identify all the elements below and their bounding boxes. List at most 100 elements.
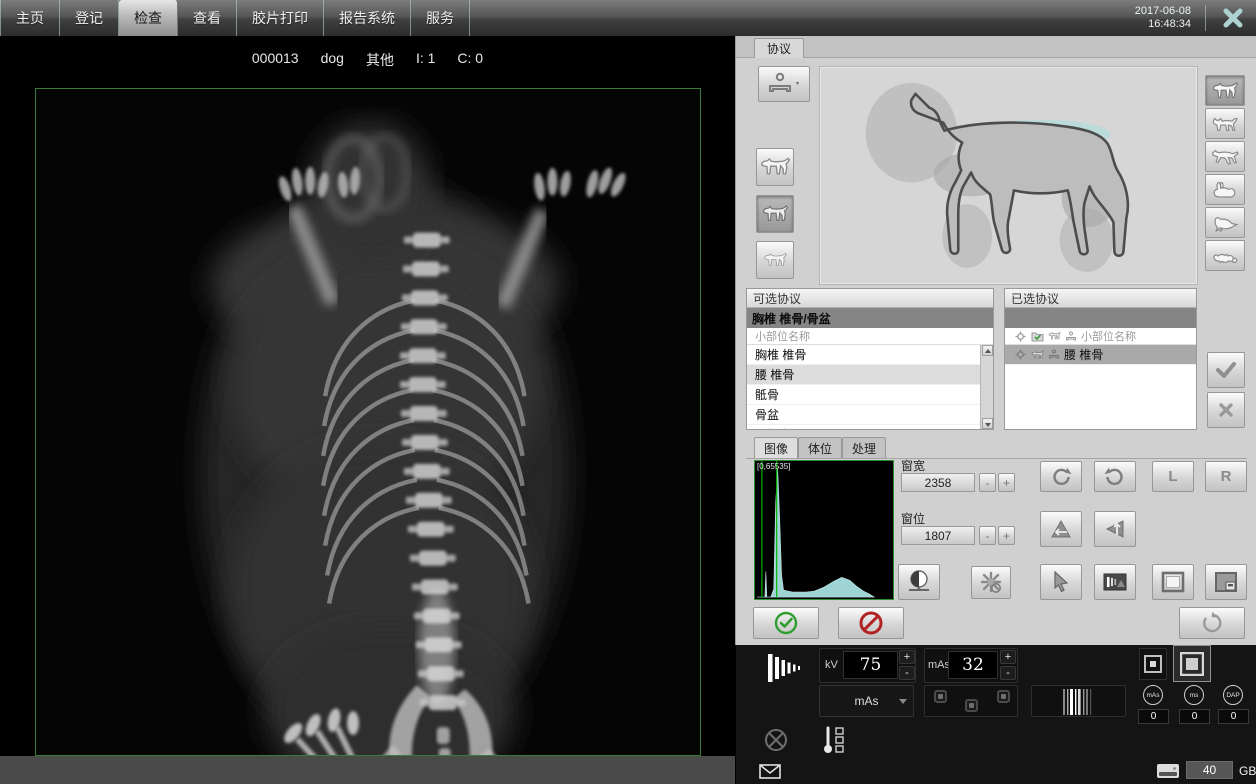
datetime-display: 2017-06-08 16:48:34 xyxy=(1135,5,1191,31)
save-region-icon xyxy=(1214,571,1238,593)
horse-icon xyxy=(1211,147,1239,167)
tab-processing[interactable]: 处理 xyxy=(842,437,886,458)
small-focus-icon xyxy=(1144,655,1162,673)
kv-minus-button[interactable]: - xyxy=(899,666,915,680)
chosen-list-title: 已选协议 xyxy=(1005,289,1196,308)
window-width-minus-button[interactable]: - xyxy=(979,473,996,492)
exposure-mode-dropdown[interactable]: mAs xyxy=(819,685,914,717)
reject-image-button[interactable] xyxy=(838,607,904,639)
right-marker-button[interactable]: R xyxy=(1205,461,1247,492)
protocol-item[interactable]: 胸椎 椎骨 xyxy=(747,345,993,365)
accept-image-button[interactable] xyxy=(753,607,819,639)
tab-image[interactable]: 图像 xyxy=(754,437,798,458)
species-rabbit-button[interactable] xyxy=(1205,174,1245,205)
window-level-plus-button[interactable]: + xyxy=(998,526,1015,545)
dog-icon xyxy=(1211,81,1239,101)
protocol-item[interactable]: 骨盆 xyxy=(747,405,993,425)
scroll-up-arrow-icon[interactable] xyxy=(982,345,993,356)
species-reptile-button[interactable] xyxy=(1205,240,1245,271)
collimator-light-off-icon[interactable] xyxy=(764,728,788,752)
full-window-button[interactable] xyxy=(1152,564,1194,600)
message-envelope-icon[interactable] xyxy=(759,764,781,779)
remove-protocol-button[interactable] xyxy=(1207,392,1245,428)
protocol-item[interactable]: 尾椎 椎骨 xyxy=(747,425,993,430)
left-marker-button[interactable]: L xyxy=(1152,461,1194,492)
check-icon xyxy=(1215,361,1237,379)
flip-horizontal-button[interactable] xyxy=(1094,511,1136,547)
anatomy-diagram[interactable] xyxy=(819,66,1198,285)
barcode-box[interactable] xyxy=(1031,685,1126,717)
mas-counter-icon: mAs xyxy=(1143,685,1163,705)
protocol-item-selected[interactable]: 腰 椎骨 xyxy=(747,365,993,385)
disk-storage-icon xyxy=(1156,762,1180,780)
available-list-scrollbar[interactable] xyxy=(980,345,993,429)
study-header: 000013 dog 其他 I: 1 C: 0 xyxy=(0,50,735,70)
menu-exam[interactable]: 检查 xyxy=(119,0,178,36)
flip-vertical-button[interactable] xyxy=(1040,511,1082,547)
bird-icon xyxy=(1211,213,1239,233)
histogram-range-label: [0,65535] xyxy=(757,462,790,471)
patient-table-icon xyxy=(767,71,801,97)
stocky-dog-icon xyxy=(760,156,790,178)
mas-value: 32 xyxy=(948,651,998,679)
radiograph-image[interactable] xyxy=(35,88,701,756)
mas-plus-button[interactable]: + xyxy=(1000,650,1016,664)
reset-button[interactable] xyxy=(1179,607,1245,639)
species-horse-button[interactable] xyxy=(1205,141,1245,172)
invert-button[interactable] xyxy=(898,564,940,600)
menu-report-system[interactable]: 报告系统 xyxy=(324,0,411,36)
scroll-down-arrow-icon[interactable] xyxy=(982,418,993,429)
species-dog-button[interactable] xyxy=(1205,75,1245,106)
menu-register[interactable]: 登记 xyxy=(60,0,119,36)
kv-label: kV xyxy=(825,659,838,671)
histogram-panel[interactable]: [0,65535] xyxy=(754,460,894,600)
x-icon xyxy=(1218,402,1234,418)
auto-window-button[interactable] xyxy=(971,566,1011,599)
dog-type-medium-button[interactable] xyxy=(756,195,794,233)
menu-home[interactable]: 主页 xyxy=(0,0,60,36)
select-tool-button[interactable] xyxy=(1040,564,1082,600)
large-focus-button[interactable] xyxy=(1173,645,1211,682)
save-region-button[interactable] xyxy=(1205,564,1247,600)
protocol-item[interactable]: 骶骨 xyxy=(747,385,993,405)
accept-check-icon xyxy=(773,610,799,636)
close-button[interactable] xyxy=(1220,5,1246,31)
menu-service[interactable]: 服务 xyxy=(411,0,470,36)
protocol-panel: 协议 xyxy=(735,36,1256,645)
dog-type-small-button[interactable] xyxy=(756,241,794,279)
mas-minus-button[interactable]: - xyxy=(1000,666,1016,680)
dog-type-large-button[interactable] xyxy=(756,148,794,186)
tab-protocol[interactable]: 协议 xyxy=(754,38,804,58)
chosen-protocol-item[interactable]: 腰 椎骨 xyxy=(1005,345,1196,365)
menu-film-print[interactable]: 胶片打印 xyxy=(237,0,324,36)
barcode-icon xyxy=(1062,689,1098,715)
panel-tab-strip: 协议 xyxy=(736,36,1256,58)
species-bird-button[interactable] xyxy=(1205,207,1245,238)
folder-check-icon xyxy=(1030,331,1044,342)
aec-chamber-left-button[interactable] xyxy=(934,690,947,703)
dog-anatomy-figure xyxy=(820,67,1197,285)
chosen-item-label: 腰 椎骨 xyxy=(1064,346,1103,363)
collimator-beam-icon xyxy=(766,653,808,683)
rotate-ccw-button[interactable] xyxy=(1040,461,1082,492)
species-cat-button[interactable] xyxy=(1205,108,1245,139)
aec-chamber-right-button[interactable] xyxy=(997,690,1010,703)
protocol-group-row[interactable]: 胸椎 椎骨/骨盆 xyxy=(747,308,993,328)
tab-position[interactable]: 体位 xyxy=(798,437,842,458)
small-focus-button[interactable] xyxy=(1139,648,1167,680)
dap-counter-icon: DAP xyxy=(1223,685,1243,705)
patient-position-button[interactable] xyxy=(758,66,810,102)
category-label: 其他 xyxy=(366,50,394,70)
divider xyxy=(746,458,1247,459)
window-width-plus-button[interactable]: + xyxy=(998,473,1015,492)
dap-counter-value: 0 xyxy=(1218,709,1249,724)
menu-view[interactable]: 查看 xyxy=(178,0,237,36)
capture-counter: C: 0 xyxy=(457,50,483,70)
rotate-cw-button[interactable] xyxy=(1094,461,1136,492)
window-level-minus-button[interactable]: - xyxy=(979,526,996,545)
aec-chamber-center-button[interactable] xyxy=(965,699,978,712)
date-text: 2017-06-08 xyxy=(1135,5,1191,18)
confirm-protocol-button[interactable] xyxy=(1207,352,1245,388)
thumbnail-view-button[interactable] xyxy=(1094,564,1136,600)
kv-plus-button[interactable]: + xyxy=(899,650,915,664)
